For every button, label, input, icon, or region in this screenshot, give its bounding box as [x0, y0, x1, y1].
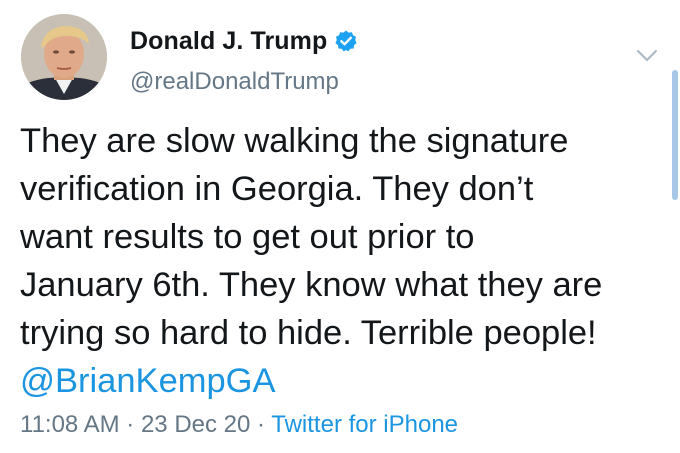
tweet-card: Donald J. Trump @realDonaldTrump They ar… [0, 0, 680, 453]
profile-photo-icon [21, 14, 107, 100]
user-handle[interactable]: @realDonaldTrump [130, 68, 339, 96]
meta-separator: · [250, 411, 272, 438]
author-name-row: Donald J. Trump [130, 26, 358, 56]
tweet-body: They are slow walking the signature veri… [20, 117, 668, 405]
display-name[interactable]: Donald J. Trump [130, 27, 327, 56]
mention-link[interactable]: @BrianKempGA [20, 362, 276, 400]
verified-badge-icon [334, 29, 358, 53]
meta-separator: · [119, 411, 141, 438]
tweet-date[interactable]: 23 Dec 20 [141, 411, 250, 438]
tweet-text: They are slow walking the signature veri… [20, 122, 603, 352]
chevron-down-icon[interactable] [636, 48, 658, 64]
avatar[interactable] [21, 14, 107, 100]
tweet-time[interactable]: 11:08 AM [20, 411, 120, 438]
tweet-metadata: 11:08 AM · 23 Dec 20 · Twitter for iPhon… [20, 411, 458, 439]
tweet-source-link[interactable]: Twitter for iPhone [271, 411, 458, 438]
scrollbar[interactable] [672, 70, 678, 200]
